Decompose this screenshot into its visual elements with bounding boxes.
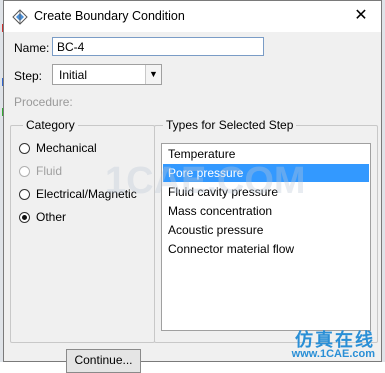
watermark-center: 1CAE.COM: [105, 160, 306, 202]
radio-button[interactable]: [19, 142, 30, 154]
name-field[interactable]: [52, 37, 264, 56]
radio-button: [19, 165, 30, 177]
boundary-condition-icon: [12, 9, 28, 25]
category-group: Category Mechanical Fluid Electrical/Mag…: [10, 118, 155, 343]
types-title: Types for Selected Step: [163, 118, 297, 132]
types-group: Types for Selected Step Temperature Pore…: [154, 118, 378, 343]
radio-label: Mechanical: [36, 141, 97, 155]
step-label: Step:: [14, 69, 43, 83]
title-bar[interactable]: Create Boundary Condition ✕: [4, 1, 381, 32]
radio-mechanical[interactable]: Mechanical: [19, 140, 97, 156]
radio-other[interactable]: Other: [19, 209, 66, 225]
chevron-down-icon[interactable]: ▼: [145, 65, 161, 84]
list-item[interactable]: Acoustic pressure: [163, 221, 369, 239]
dialog-title: Create Boundary Condition: [34, 9, 185, 23]
step-value: Initial: [59, 68, 88, 82]
list-item[interactable]: Connector material flow: [163, 240, 369, 258]
close-button[interactable]: ✕: [351, 6, 371, 26]
radio-label: Fluid: [36, 164, 63, 178]
radio-button-selected[interactable]: [19, 211, 30, 223]
watermark-url: www.1CAE.com: [291, 348, 375, 360]
procedure-label: Procedure:: [14, 95, 73, 109]
radio-dot-icon: [22, 214, 27, 220]
list-item[interactable]: Mass concentration: [163, 202, 369, 220]
close-icon: ✕: [354, 7, 368, 24]
category-title: Category: [23, 118, 78, 132]
continue-button[interactable]: Continue...: [66, 349, 141, 373]
radio-fluid: Fluid: [19, 163, 62, 179]
step-select[interactable]: Initial ▼: [52, 64, 162, 85]
radio-label: Other: [36, 210, 67, 224]
radio-button[interactable]: [19, 188, 30, 200]
name-label: Name:: [14, 41, 50, 55]
